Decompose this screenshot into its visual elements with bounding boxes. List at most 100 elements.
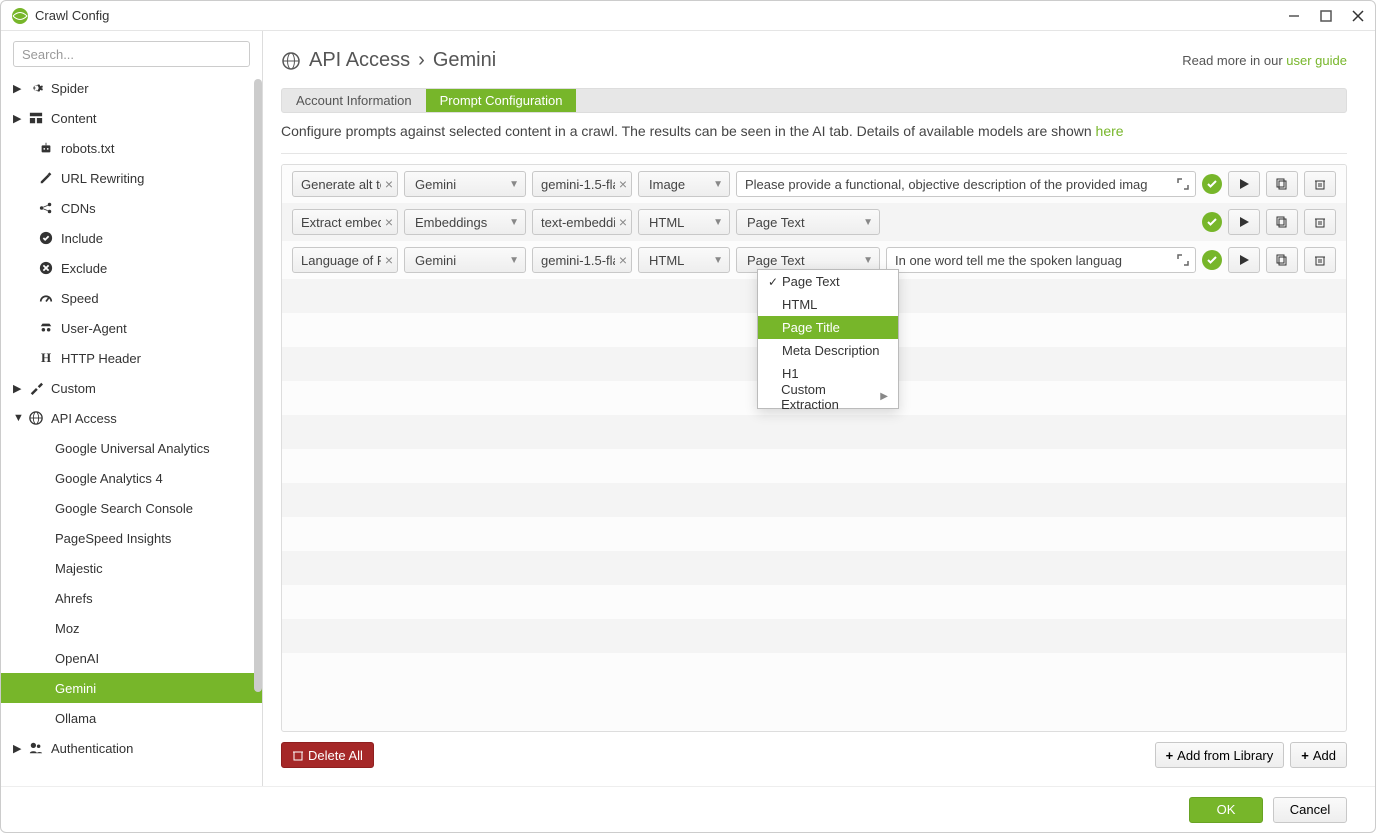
prompt-name-input[interactable]: Generate alt tex× — [292, 171, 398, 197]
format-select[interactable]: HTML▼ — [638, 247, 730, 273]
chevron-down-icon: ▼ — [713, 255, 723, 266]
prompt-name-input[interactable]: Extract embedd× — [292, 209, 398, 235]
tab-account-information[interactable]: Account Information — [282, 89, 426, 112]
chevron-right-icon: ▶ — [880, 391, 888, 402]
format-select[interactable]: Image▼ — [638, 171, 730, 197]
prompt-rows: Generate alt tex× Gemini▼ gemini-1.5-fla… — [281, 164, 1347, 732]
model-input[interactable]: gemini-1.5-fla× — [532, 171, 632, 197]
maximize-button[interactable] — [1319, 9, 1333, 23]
prompt-row: Generate alt tex× Gemini▼ gemini-1.5-fla… — [282, 165, 1346, 203]
delete-button[interactable] — [1304, 171, 1336, 197]
prompt-row: Extract embedd× Embeddings▼ text-embeddi… — [282, 203, 1346, 241]
search-input[interactable] — [13, 41, 250, 67]
app-icon — [11, 7, 29, 25]
dropdown-item-html[interactable]: HTML — [758, 293, 898, 316]
sidebar-item-cdns[interactable]: CDNs — [1, 193, 262, 223]
minimize-button[interactable] — [1287, 9, 1301, 23]
copy-button[interactable] — [1266, 209, 1298, 235]
empty-row — [282, 517, 1346, 551]
provider-select[interactable]: Embeddings▼ — [404, 209, 526, 235]
sidebar-scrollbar[interactable] — [254, 79, 262, 776]
target-select[interactable]: Page Text▼ — [736, 209, 880, 235]
clear-icon[interactable]: × — [619, 176, 627, 192]
edit-icon — [37, 171, 55, 185]
dropdown-item-page-title[interactable]: Page Title — [758, 316, 898, 339]
copy-button[interactable] — [1266, 247, 1298, 273]
copy-button[interactable] — [1266, 171, 1298, 197]
play-button[interactable] — [1228, 247, 1260, 273]
sidebar-item-speed[interactable]: Speed — [1, 283, 262, 313]
check-circle-icon — [1202, 212, 1222, 232]
dropdown-item-meta-description[interactable]: Meta Description — [758, 339, 898, 362]
prompt-name-input[interactable]: Language of Pa× — [292, 247, 398, 273]
sidebar-item-include[interactable]: Include — [1, 223, 262, 253]
clear-icon[interactable]: × — [385, 252, 393, 268]
check-circle-icon — [1202, 174, 1222, 194]
chevron-down-icon: ▼ — [863, 255, 873, 266]
clear-icon[interactable]: × — [619, 252, 627, 268]
breadcrumb-b: Gemini — [433, 49, 496, 72]
dropdown-item-page-text[interactable]: ✓Page Text — [758, 270, 898, 293]
breadcrumb-sep: › — [418, 49, 425, 72]
play-button[interactable] — [1228, 209, 1260, 235]
sidebar-item-api-access[interactable]: ▼API Access — [1, 403, 262, 433]
sidebar-item-ollama[interactable]: Ollama — [1, 703, 262, 733]
dropdown-item-custom-extraction[interactable]: Custom Extraction▶ — [758, 385, 898, 408]
gear-icon — [27, 81, 45, 95]
tab-prompt-configuration[interactable]: Prompt Configuration — [426, 89, 577, 112]
model-input[interactable]: gemini-1.5-fla× — [532, 247, 632, 273]
titlebar: Crawl Config — [1, 1, 1375, 31]
sidebar-item-ga4[interactable]: Google Analytics 4 — [1, 463, 262, 493]
expand-icon[interactable] — [1177, 178, 1189, 190]
users-icon — [27, 741, 45, 755]
plus-icon: + — [1301, 748, 1309, 763]
sidebar-item-authentication[interactable]: ▶Authentication — [1, 733, 262, 763]
prompt-text-input[interactable]: In one word tell me the spoken languag — [886, 247, 1196, 273]
chevron-down-icon: ▼ — [509, 217, 519, 228]
expand-icon[interactable] — [1177, 254, 1189, 266]
delete-button[interactable] — [1304, 247, 1336, 273]
readmore: Read more in our user guide — [1182, 53, 1347, 68]
model-input[interactable]: text-embeddir× — [532, 209, 632, 235]
delete-all-button[interactable]: Delete All — [281, 742, 374, 768]
sidebar-item-gemini[interactable]: Gemini — [1, 673, 262, 703]
h-icon: H — [37, 350, 55, 366]
sidebar-item-spider[interactable]: ▶Spider — [1, 73, 262, 103]
chevron-down-icon: ▼ — [863, 217, 873, 228]
ok-button[interactable]: OK — [1189, 797, 1263, 823]
sidebar-tree: ▶Spider ▶Content robots.txt URL Rewritin… — [1, 73, 262, 786]
sidebar-item-user-agent[interactable]: User-Agent — [1, 313, 262, 343]
robot-icon — [37, 141, 55, 155]
sidebar-item-psi[interactable]: PageSpeed Insights — [1, 523, 262, 553]
sidebar-item-ahrefs[interactable]: Ahrefs — [1, 583, 262, 613]
play-button[interactable] — [1228, 171, 1260, 197]
delete-button[interactable] — [1304, 209, 1336, 235]
sidebar-item-exclude[interactable]: Exclude — [1, 253, 262, 283]
clear-icon[interactable]: × — [385, 176, 393, 192]
layout-icon — [27, 111, 45, 125]
prompt-text-input[interactable]: Please provide a functional, objective d… — [736, 171, 1196, 197]
provider-select[interactable]: Gemini▼ — [404, 171, 526, 197]
add-button[interactable]: +Add — [1290, 742, 1347, 768]
cancel-button[interactable]: Cancel — [1273, 797, 1347, 823]
format-select[interactable]: HTML▼ — [638, 209, 730, 235]
sidebar-item-robots[interactable]: robots.txt — [1, 133, 262, 163]
sidebar-item-majestic[interactable]: Majestic — [1, 553, 262, 583]
target-select-dropdown: ✓Page Text HTML Page Title Meta Descript… — [757, 269, 899, 409]
readmore-link[interactable]: user guide — [1286, 53, 1347, 68]
sidebar-item-url-rewriting[interactable]: URL Rewriting — [1, 163, 262, 193]
sidebar-item-gua[interactable]: Google Universal Analytics — [1, 433, 262, 463]
sidebar-item-content[interactable]: ▶Content — [1, 103, 262, 133]
provider-select[interactable]: Gemini▼ — [404, 247, 526, 273]
sidebar-item-gsc[interactable]: Google Search Console — [1, 493, 262, 523]
clear-icon[interactable]: × — [385, 214, 393, 230]
sidebar-item-moz[interactable]: Moz — [1, 613, 262, 643]
clear-icon[interactable]: × — [619, 214, 627, 230]
add-from-library-button[interactable]: +Add from Library — [1155, 742, 1285, 768]
description-link[interactable]: here — [1096, 123, 1124, 139]
sidebar-item-http-header[interactable]: HHTTP Header — [1, 343, 262, 373]
close-button[interactable] — [1351, 9, 1365, 23]
empty-row — [282, 619, 1346, 653]
sidebar-item-openai[interactable]: OpenAI — [1, 643, 262, 673]
sidebar-item-custom[interactable]: ▶Custom — [1, 373, 262, 403]
